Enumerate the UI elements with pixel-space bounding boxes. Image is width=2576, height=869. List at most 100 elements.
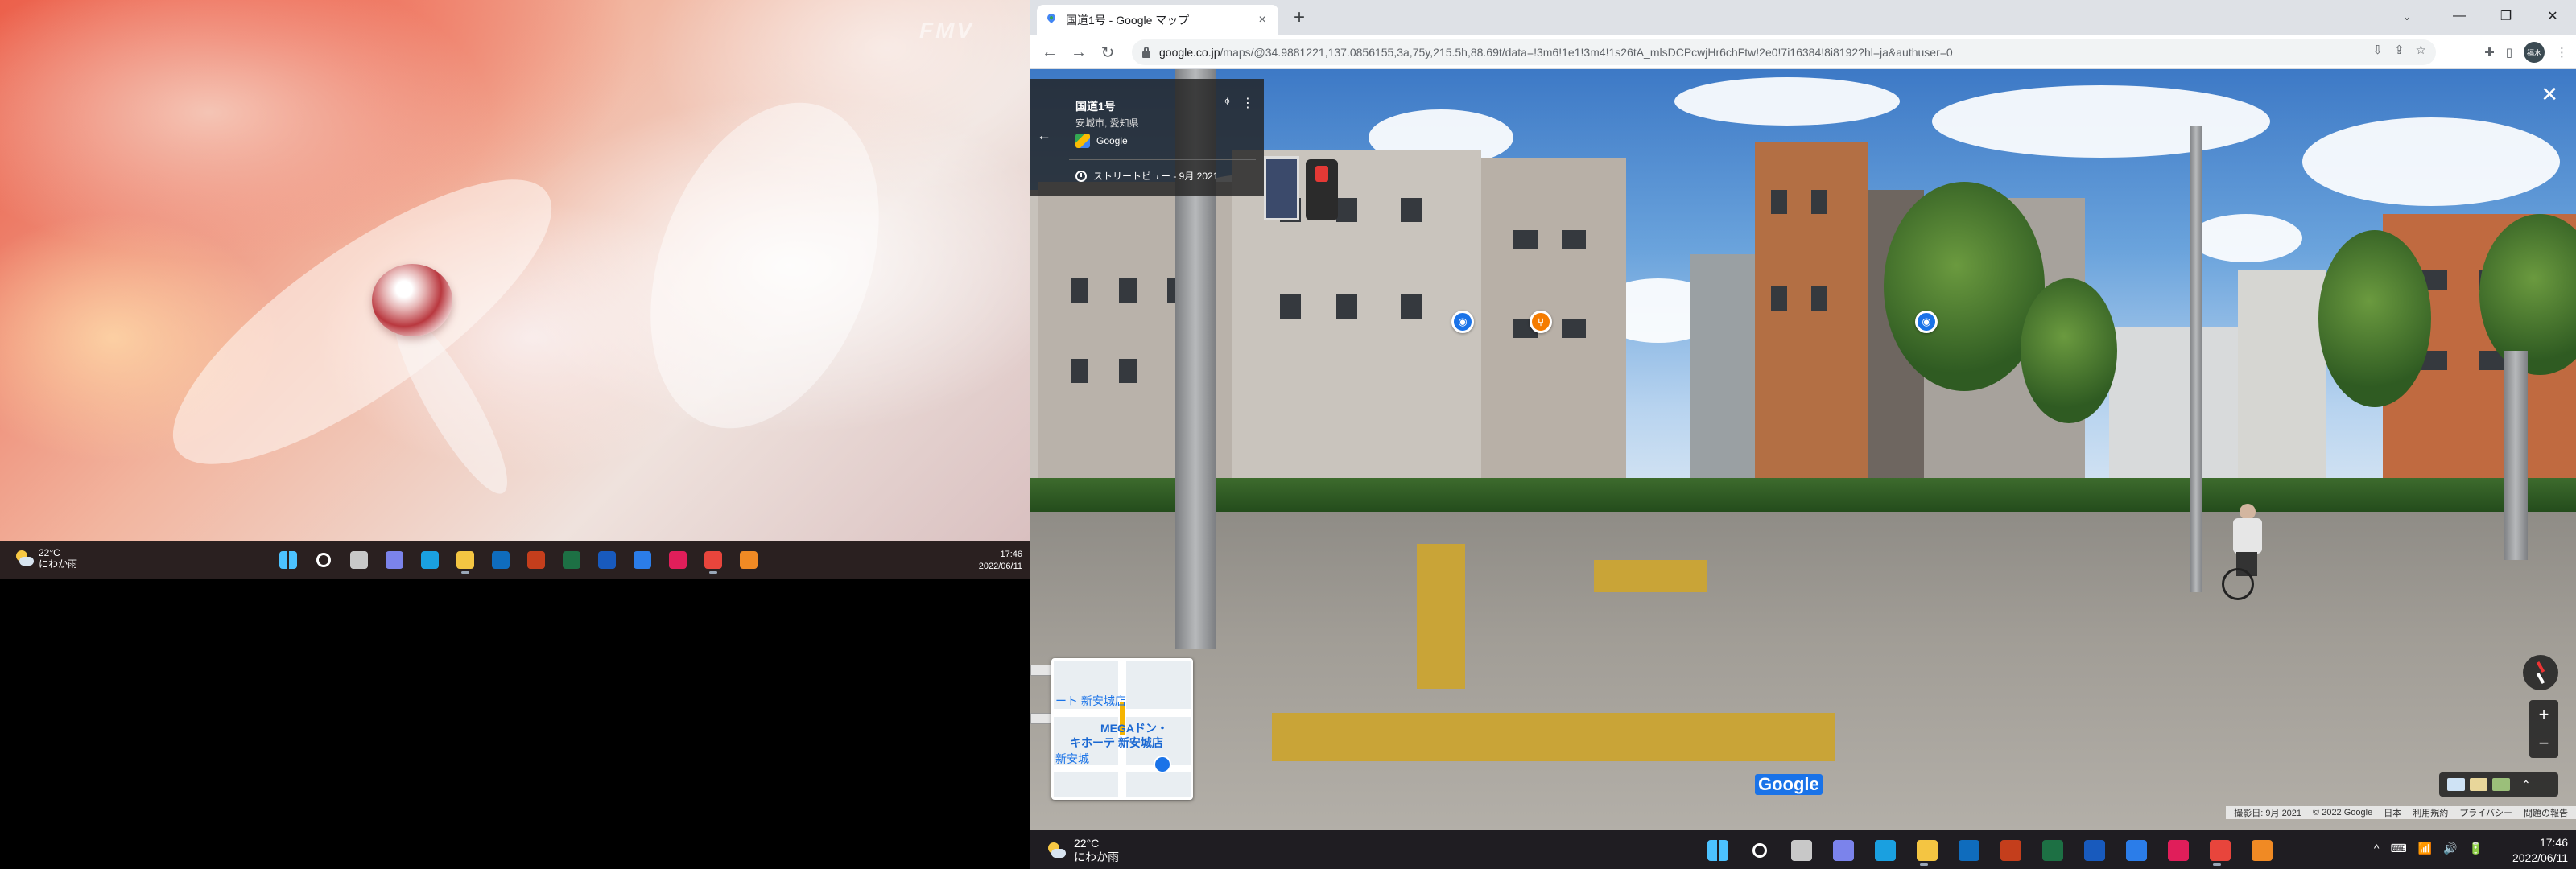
powerpoint-icon[interactable] bbox=[1993, 835, 2029, 866]
blender-icon-glyph bbox=[2252, 840, 2273, 861]
outlook-icon[interactable] bbox=[1951, 835, 1987, 866]
footer-link[interactable]: 日本 bbox=[2384, 806, 2401, 819]
tree bbox=[2318, 230, 2431, 407]
chrome-icon[interactable] bbox=[699, 546, 728, 574]
footer-link[interactable]: 問題の報告 bbox=[2524, 806, 2568, 819]
tab-close-button[interactable]: × bbox=[1254, 13, 1270, 27]
slack-icon-glyph bbox=[669, 551, 687, 569]
profile-avatar[interactable]: 福水 bbox=[2524, 42, 2545, 63]
tab-search-button[interactable]: ⌄ bbox=[2396, 5, 2418, 27]
street-light-pole bbox=[2190, 126, 2202, 592]
tactile-paving bbox=[1417, 544, 1465, 689]
minimize-button[interactable]: — bbox=[2436, 0, 2483, 32]
search-icon[interactable] bbox=[309, 546, 338, 574]
chat-icon[interactable] bbox=[1826, 835, 1861, 866]
share-icon[interactable]: ⇪ bbox=[2394, 43, 2405, 57]
time-travel-button[interactable]: ストリートビュー - 9月 2021 bbox=[1075, 169, 1218, 183]
excel-icon[interactable] bbox=[2035, 835, 2070, 866]
task-view-icon[interactable] bbox=[1784, 835, 1819, 866]
wifi-icon[interactable]: 📶 bbox=[2418, 842, 2432, 855]
menu-kebab-icon[interactable]: ⋮ bbox=[2556, 45, 2568, 60]
side-panel-icon[interactable]: ▯ bbox=[2506, 45, 2512, 60]
outlook-icon[interactable] bbox=[486, 546, 515, 574]
restore-button[interactable]: ❐ bbox=[2483, 0, 2529, 32]
minimap-label: 新安城 bbox=[1055, 752, 1089, 765]
chat-icon-glyph bbox=[1833, 840, 1854, 861]
edge-icon[interactable] bbox=[415, 546, 444, 574]
blender-icon[interactable] bbox=[734, 546, 763, 574]
close-window-button[interactable]: ✕ bbox=[2529, 0, 2576, 32]
edge-icon[interactable] bbox=[1868, 835, 1903, 866]
slack-icon-glyph bbox=[2168, 840, 2189, 861]
maps-icon[interactable] bbox=[2119, 835, 2154, 866]
minimap[interactable]: ート 新安城店 MEGAドン・ キホーテ 新安城店 新安城 bbox=[1051, 658, 1193, 800]
blender-icon[interactable] bbox=[2244, 835, 2280, 866]
start-icon-glyph bbox=[279, 551, 297, 569]
forward-button[interactable]: → bbox=[1067, 41, 1090, 64]
tab-title: 国道1号 - Google マップ bbox=[1066, 14, 1190, 27]
new-tab-button[interactable]: + bbox=[1286, 7, 1312, 30]
extensions-icon[interactable]: ✚ bbox=[2484, 45, 2495, 60]
blender-icon-glyph bbox=[740, 551, 758, 569]
poi-marker-icon[interactable]: ◉ bbox=[1915, 311, 1938, 333]
search-icon[interactable] bbox=[1742, 835, 1777, 866]
file-explorer-icon[interactable] bbox=[451, 546, 480, 574]
chrome-icon[interactable] bbox=[2202, 835, 2238, 866]
layer-thumb-icon[interactable] bbox=[2492, 778, 2510, 791]
word-icon[interactable] bbox=[592, 546, 621, 574]
url-text[interactable]: google.co.jp/maps/@34.9881221,137.085615… bbox=[1159, 46, 1953, 59]
close-street-view-button[interactable]: ✕ bbox=[2541, 84, 2558, 105]
wallpaper-water-drop bbox=[372, 264, 452, 336]
chat-icon[interactable] bbox=[380, 546, 409, 574]
file-explorer-icon[interactable] bbox=[1909, 835, 1945, 866]
location-pin-icon[interactable]: ⌖ bbox=[1224, 95, 1231, 109]
omnibox-actions: ⇩ ⇪ ☆ bbox=[2372, 43, 2426, 57]
bookmark-star-icon[interactable]: ☆ bbox=[2416, 43, 2426, 57]
address-bar[interactable]: google.co.jp/maps/@34.9881221,137.085615… bbox=[1132, 39, 2436, 65]
panorama-cloud bbox=[2190, 214, 2302, 262]
weather-widget[interactable]: 22°C にわか雨 bbox=[1046, 837, 1119, 864]
panorama-cloud bbox=[1932, 85, 2270, 158]
layer-thumb-icon[interactable] bbox=[2447, 778, 2465, 791]
more-options-icon[interactable]: ⋮ bbox=[1241, 95, 1254, 111]
start-icon[interactable] bbox=[274, 546, 303, 574]
zoom-out-button[interactable]: − bbox=[2529, 729, 2558, 758]
footer-link[interactable]: プライバシー bbox=[2459, 806, 2512, 819]
back-arrow-icon[interactable]: ← bbox=[1037, 127, 1051, 144]
pedestrian-signal-icon bbox=[1306, 159, 1338, 220]
battery-icon[interactable]: 🔋 bbox=[2469, 842, 2483, 855]
slack-icon[interactable] bbox=[663, 546, 692, 574]
slack-icon[interactable] bbox=[2161, 835, 2196, 866]
provider-row: Google bbox=[1075, 134, 1128, 148]
start-icon[interactable] bbox=[1700, 835, 1736, 866]
street-view-panorama[interactable]: ◉ ⑂ ◉ ← 国道1号 安城市, 愛知県 Google ⌖ ⋮ ストリートビュ… bbox=[1030, 69, 2576, 830]
layer-thumb-icon[interactable] bbox=[2470, 778, 2487, 791]
compass-icon[interactable] bbox=[2523, 655, 2558, 690]
volume-icon[interactable]: 🔊 bbox=[2443, 842, 2457, 855]
task-view-icon[interactable] bbox=[345, 546, 374, 574]
cyclist bbox=[2214, 504, 2286, 600]
panorama-cloud bbox=[1674, 77, 1900, 126]
taskbar-clock[interactable]: 17:46 2022/06/11 bbox=[2512, 835, 2568, 866]
footer-link[interactable]: 利用規約 bbox=[2413, 806, 2448, 819]
weather-widget[interactable]: 22°C にわか雨 bbox=[14, 547, 77, 570]
lock-icon[interactable] bbox=[1141, 47, 1151, 58]
reload-button[interactable]: ↻ bbox=[1096, 41, 1119, 64]
keyboard-icon[interactable]: ⌨ bbox=[2390, 842, 2406, 855]
powerpoint-icon[interactable] bbox=[522, 546, 551, 574]
install-app-icon[interactable]: ⇩ bbox=[2372, 43, 2383, 57]
back-button[interactable]: ← bbox=[1038, 41, 1061, 64]
fmv-watermark: FMV bbox=[919, 18, 975, 43]
poi-marker-icon[interactable]: ◉ bbox=[1451, 311, 1474, 333]
zoom-in-button[interactable]: + bbox=[2529, 700, 2558, 729]
word-icon[interactable] bbox=[2077, 835, 2112, 866]
layers-control[interactable]: ⌃ bbox=[2439, 772, 2558, 797]
show-hidden-icons-icon[interactable]: ^ bbox=[2374, 842, 2380, 855]
maps-icon[interactable] bbox=[628, 546, 657, 574]
taskbar-clock[interactable]: 17:46 2022/06/11 bbox=[979, 549, 1022, 573]
expand-up-icon[interactable]: ⌃ bbox=[2521, 778, 2531, 792]
restaurant-marker-icon[interactable]: ⑂ bbox=[1530, 311, 1552, 333]
browser-tab[interactable]: 国道1号 - Google マップ × bbox=[1037, 5, 1278, 35]
chrome-icon-glyph bbox=[704, 551, 722, 569]
excel-icon[interactable] bbox=[557, 546, 586, 574]
